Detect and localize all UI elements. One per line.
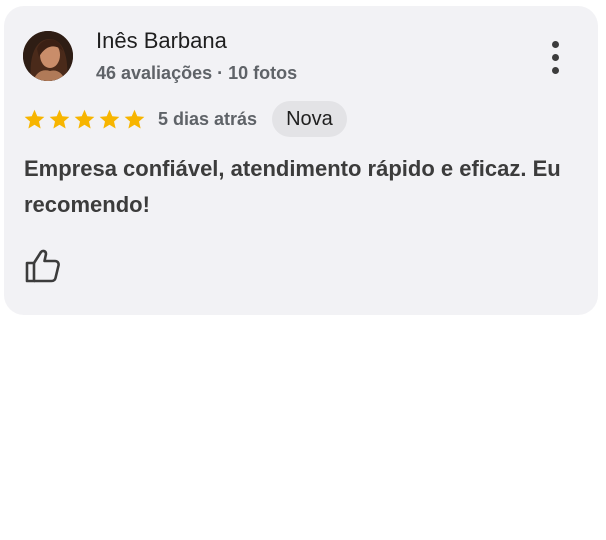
- review-date: 5 dias atrás: [158, 108, 258, 129]
- star-icon: [74, 109, 95, 129]
- more-options-button[interactable]: [542, 38, 570, 78]
- star-icon: [49, 109, 70, 129]
- avatar[interactable]: [23, 31, 73, 81]
- review-card: Inês Barbana 46 avaliações · 10 fotos 5 …: [4, 6, 598, 315]
- review-text: Empresa confiável, atendimento rápido e …: [24, 156, 561, 217]
- more-vert-icon: [552, 41, 559, 48]
- thumbs-up-icon: [25, 249, 60, 283]
- star-icon: [24, 109, 45, 129]
- like-button[interactable]: [23, 246, 63, 286]
- star-rating: [23, 108, 146, 131]
- reviewer-meta: 46 avaliações · 10 fotos: [96, 63, 298, 83]
- star-icon: [124, 109, 145, 129]
- reviewer-name[interactable]: Inês Barbana: [96, 28, 227, 54]
- star-icon: [99, 109, 120, 129]
- new-badge: Nova: [272, 101, 347, 137]
- rating-row: 5 dias atrás Nova: [23, 100, 347, 138]
